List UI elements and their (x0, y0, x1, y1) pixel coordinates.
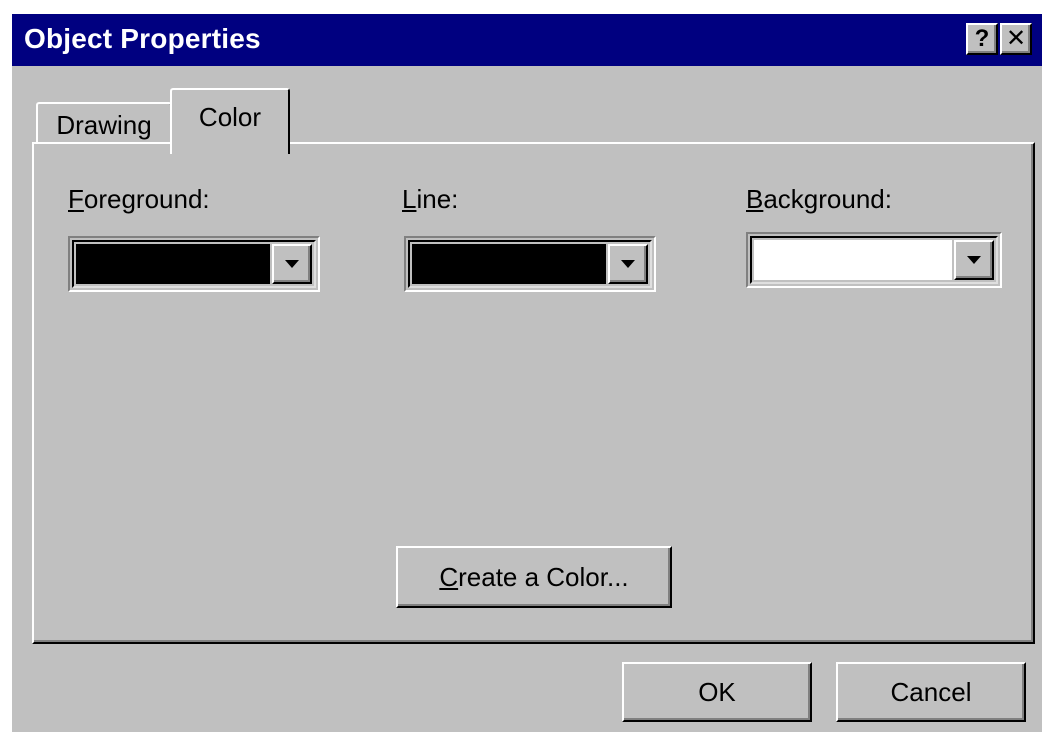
line-dropdown-button[interactable] (608, 244, 648, 284)
tab-color-label: Color (198, 101, 262, 132)
close-button[interactable]: ✕ (1000, 23, 1032, 55)
foreground-color-swatch (76, 244, 270, 284)
tab-drawing[interactable]: Drawing (36, 102, 172, 146)
ok-button[interactable]: OK (622, 662, 812, 722)
object-properties-dialog: Object Properties ? ✕ Drawing Color Fore… (12, 14, 1042, 732)
background-dropdown-button[interactable] (954, 240, 994, 280)
window-title: Object Properties (24, 23, 261, 54)
line-label: Line: (402, 184, 459, 214)
foreground-label: Foreground: (68, 184, 210, 214)
tab-drawing-label: Drawing (56, 109, 152, 140)
chevron-down-icon (621, 260, 635, 268)
title-bar[interactable]: Object Properties ? ✕ (12, 14, 1042, 66)
background-label: Background: (746, 184, 892, 214)
help-icon: ? (974, 25, 990, 52)
create-color-button[interactable]: Create a Color... (396, 546, 672, 608)
chevron-down-icon (285, 260, 299, 268)
cancel-button[interactable]: Cancel (836, 662, 1026, 722)
line-color-dropdown[interactable] (404, 236, 656, 292)
tab-color[interactable]: Color (170, 88, 290, 154)
foreground-color-dropdown[interactable] (68, 236, 320, 292)
background-color-swatch (754, 240, 952, 280)
close-icon: ✕ (1005, 25, 1027, 52)
foreground-dropdown-button[interactable] (272, 244, 312, 284)
chevron-down-icon (967, 256, 981, 264)
line-color-swatch (412, 244, 606, 284)
help-button[interactable]: ? (966, 23, 998, 55)
background-color-dropdown[interactable] (746, 232, 1002, 288)
